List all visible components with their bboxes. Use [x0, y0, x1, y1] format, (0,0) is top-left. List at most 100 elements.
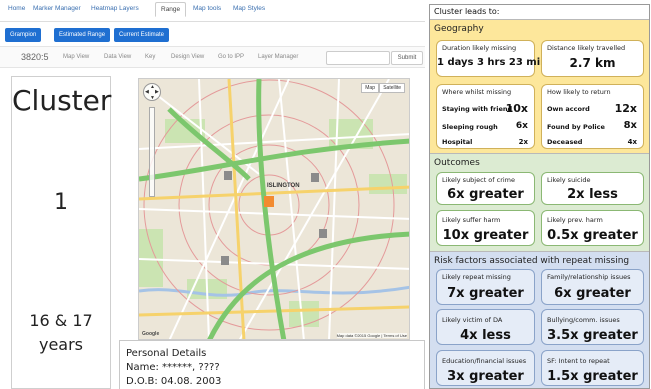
where-row: Hospital 2x — [442, 138, 528, 146]
age-range: 16 & 17 — [29, 311, 93, 330]
pan-left-icon[interactable]: ◀ — [145, 89, 149, 95]
map-type-map-button[interactable]: Map — [361, 83, 379, 93]
outcome-label: Likely suicide — [547, 176, 591, 184]
risk-box: Education/financial issues 3x greater — [436, 350, 535, 386]
current-estimate-button[interactable]: Current Estimate — [114, 28, 170, 42]
cluster-title: Cluster — [12, 84, 112, 117]
tab-marker-manager[interactable]: Marker Manager — [33, 5, 81, 12]
personal-dob: D.O.B: 04.08. 2003 — [126, 376, 222, 387]
return-row: Own accord 12x — [547, 102, 637, 115]
risk-title: Risk factors associated with repeat miss… — [434, 256, 630, 266]
outcome-box: Likely prev. harm 0.5x greater — [541, 210, 644, 246]
return-row: Deceased 4x — [547, 138, 637, 146]
risk-value: 6x greater — [554, 286, 631, 301]
grampion-button[interactable]: Grampion — [5, 28, 42, 42]
geography-section: Geography Duration likely missing 1 days… — [430, 19, 649, 153]
outcome-box: Likely suffer harm 10x greater — [436, 210, 535, 246]
submit-button[interactable]: Submit — [391, 51, 423, 65]
risk-value: 1.5x greater — [547, 369, 638, 384]
return-row-value: 12x — [614, 102, 637, 115]
where-row: Staying with friend 10x — [442, 102, 528, 115]
outcomes-section: Outcomes Likely subject of crime 6x grea… — [430, 153, 649, 251]
risk-box: Family/relationship issues 6x greater — [541, 269, 644, 305]
where-row-label: Hospital — [442, 138, 473, 146]
outcome-label: Likely prev. harm — [547, 216, 603, 224]
return-row-value: 4x — [627, 138, 637, 146]
risk-box: Bullying/comm. issues 3.5x greater — [541, 309, 644, 345]
outcome-label: Likely suffer harm — [442, 216, 501, 224]
duration-value: 1 days 3 hrs 23 mins — [437, 57, 554, 68]
pan-down-icon[interactable]: ▼ — [150, 95, 155, 101]
age-unit: years — [38, 335, 84, 354]
outcome-label: Likely subject of crime — [442, 176, 516, 184]
risk-box: Likely victim of DA 4x less — [436, 309, 535, 345]
distance-box: Distance likely travelled 2.7 km — [541, 40, 644, 77]
risk-label: Education/financial issues — [442, 357, 527, 365]
return-row-value: 8x — [623, 120, 637, 131]
risk-label: Likely victim of DA — [442, 316, 503, 324]
risk-value: 4x less — [460, 328, 511, 343]
duration-label: Duration likely missing — [442, 44, 517, 52]
where-row: Sleeping rough 6x — [442, 121, 528, 131]
geography-title: Geography — [434, 24, 484, 34]
cluster-card: Cluster 1 16 & 17 years — [11, 76, 111, 389]
risk-label: Family/relationship issues — [547, 273, 631, 281]
outcome-value: 10x greater — [442, 228, 529, 243]
outcome-box: Likely subject of crime 6x greater — [436, 172, 535, 205]
duration-box: Duration likely missing 1 days 3 hrs 23 … — [436, 40, 554, 77]
panel-title: Cluster leads to: — [434, 7, 500, 16]
map-footer[interactable]: Map data ©2015 Google | Terms of Use — [336, 333, 407, 338]
map-view-link[interactable]: Map View — [63, 54, 89, 60]
risk-box: SF: Intent to repeat 1.5x greater — [541, 350, 644, 386]
tab-map-styles[interactable]: Map Styles — [233, 5, 265, 12]
app-main: Home Marker Manager Heatmap Layers Range… — [0, 0, 425, 389]
return-row-label: Deceased — [547, 138, 583, 146]
cluster-number: 1 — [54, 190, 68, 215]
return-box: How likely to return Own accord 12x Found… — [541, 84, 644, 149]
layer-manager-link[interactable]: Layer Manager — [258, 54, 298, 60]
zoom-slider[interactable] — [149, 107, 155, 197]
outcome-value: 0.5x greater — [547, 228, 638, 243]
pan-right-icon[interactable]: ▶ — [155, 89, 159, 95]
personal-name: Name: ******, ???? — [126, 362, 220, 373]
google-logo: Google — [142, 331, 160, 337]
where-row-label: Staying with friend — [442, 105, 513, 113]
estimated-range-button[interactable]: Estimated Range — [54, 28, 111, 42]
map-canvas[interactable] — [139, 79, 410, 340]
distance-value: 2.7 km — [569, 56, 616, 70]
risk-label: SF: Intent to repeat — [547, 357, 610, 365]
personal-details: Personal Details Name: ******, ???? D.O.… — [119, 340, 425, 389]
return-row-label: Own accord — [547, 105, 590, 113]
where-row-value: 6x — [515, 121, 528, 131]
place-label: ISLINGTON — [267, 183, 300, 189]
where-row-value: 2x — [518, 138, 528, 146]
map-view[interactable]: ISLINGTON ▲ ▼ ◀ ▶ Map Satellite Google M… — [138, 78, 410, 340]
search-input[interactable] — [326, 51, 390, 65]
design-view-link[interactable]: Design View — [171, 54, 204, 60]
sub-nav: 3820:5 Map View Data View Key Design Vie… — [0, 46, 425, 68]
risk-label: Likely repeat missing — [442, 273, 511, 281]
top-nav: Home Marker Manager Heatmap Layers Range… — [0, 0, 425, 22]
risk-value: 7x greater — [447, 286, 524, 301]
risk-label: Bullying/comm. issues — [547, 316, 620, 324]
outcomes-title: Outcomes — [434, 158, 480, 168]
key-link[interactable]: Key — [145, 54, 155, 60]
tab-range[interactable]: Range — [155, 2, 187, 17]
brand-id[interactable]: 3820:5 — [21, 52, 49, 62]
cluster-panel: Cluster leads to: Geography Duration lik… — [429, 4, 650, 389]
map-type-satellite-button[interactable]: Satellite — [379, 83, 405, 93]
tab-heatmap-layers[interactable]: Heatmap Layers — [91, 5, 139, 12]
outcome-value: 2x less — [567, 187, 618, 202]
tab-map-tools[interactable]: Map tools — [193, 5, 221, 12]
distance-label: Distance likely travelled — [547, 44, 626, 52]
risk-value: 3.5x greater — [547, 328, 638, 343]
risk-value: 3x greater — [447, 369, 524, 384]
tab-home[interactable]: Home — [8, 5, 25, 12]
outcome-box: Likely suicide 2x less — [541, 172, 644, 205]
pan-control[interactable]: ▲ ▼ ◀ ▶ — [143, 83, 161, 101]
personal-heading: Personal Details — [126, 348, 207, 359]
risk-box: Likely repeat missing 7x greater — [436, 269, 535, 305]
data-view-link[interactable]: Data View — [104, 54, 131, 60]
go-to-ipp-link[interactable]: Go to IPP — [218, 54, 244, 60]
where-label: Where whilst missing — [442, 88, 512, 96]
